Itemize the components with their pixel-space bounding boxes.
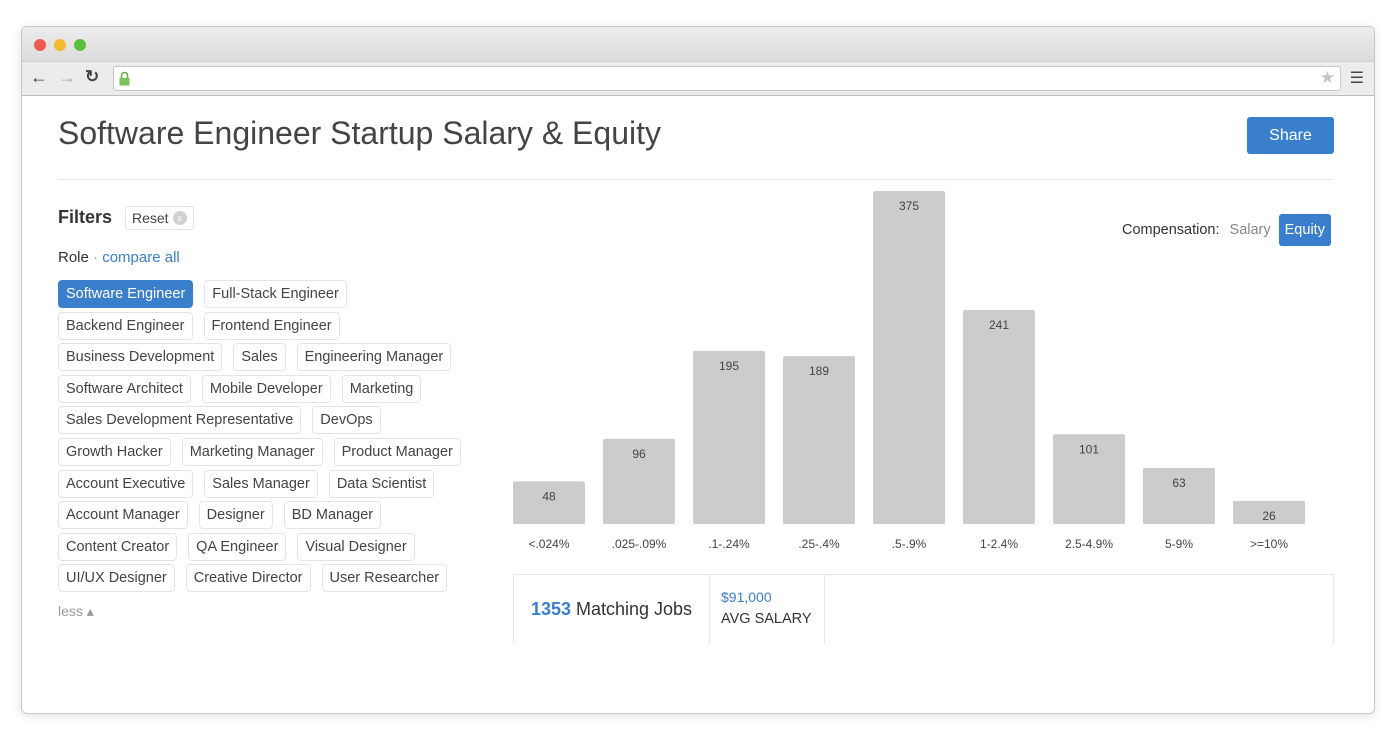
data-label: 63 [1172, 476, 1186, 490]
bar[interactable] [873, 191, 945, 524]
role-tag[interactable]: User Researcher [321, 564, 448, 593]
data-label: 195 [719, 359, 739, 373]
equity-option[interactable]: Equity [1278, 214, 1331, 246]
data-label: 241 [989, 318, 1009, 332]
x-tick-label: <.024% [528, 537, 569, 551]
x-tick-label: 1-2.4% [980, 537, 1018, 551]
x-tick-label: 5-9% [1165, 537, 1193, 551]
salary-option[interactable]: Salary [1230, 222, 1271, 238]
x-tick-label: 2.5-4.9% [1065, 537, 1113, 551]
role-tag[interactable]: Creative Director [185, 564, 311, 593]
x-tick-label: .1-.24% [708, 537, 750, 551]
role-tag-row: UI/UX Designer Creative Director User Rese… [58, 564, 478, 593]
avg-salary-label: AVG SALARY [721, 611, 812, 627]
data-label: 375 [899, 199, 919, 213]
data-label: 101 [1079, 442, 1099, 456]
bar[interactable] [693, 350, 765, 524]
matching-jobs: 1353 Matching Jobs [514, 575, 710, 644]
matching-count: 1353 [530, 599, 571, 619]
matching-label: Matching Jobs [575, 599, 693, 619]
data-label: 189 [809, 364, 829, 378]
stats-panel: 1353 Matching Jobs $91,000 AVG SALARY [513, 574, 1334, 644]
browser-window: ← → ↻ ★ ☰ Software Engineer Startup Sala… [21, 26, 1375, 714]
data-label: 48 [542, 489, 556, 503]
bar[interactable] [963, 309, 1035, 524]
less-toggle[interactable]: less ▴ [58, 603, 94, 620]
role-tag[interactable]: UI/UX Designer [58, 564, 175, 593]
data-label: 96 [632, 447, 646, 461]
compensation-label: Compensation: [1122, 222, 1220, 238]
avg-salary-value: $91,000 [721, 589, 772, 605]
x-tick-label: >=10% [1250, 537, 1288, 551]
avg-salary: $91,000 AVG SALARY [710, 575, 825, 644]
equity-histogram: 48 <.024% 96 .025-.09% 195 .1-.24% 189 .25-.4% 3… [513, 191, 1305, 551]
x-tick-label: .025-.09% [612, 537, 667, 551]
bar[interactable] [783, 356, 855, 524]
compensation-toggle: Compensation: Salary Equity [1122, 214, 1331, 246]
data-label: 26 [1262, 509, 1276, 523]
x-tick-label: .25-.4% [798, 537, 840, 551]
x-tick-label: .5-.9% [892, 537, 927, 551]
